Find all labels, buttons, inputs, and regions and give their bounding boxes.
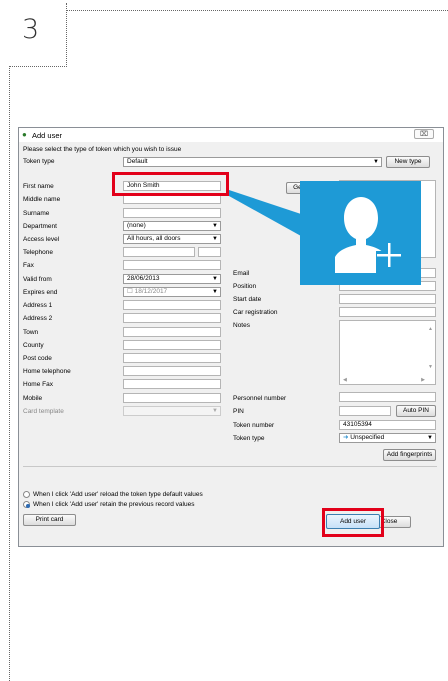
valid-from-label: Valid from [23, 276, 52, 283]
county-field[interactable] [123, 340, 221, 350]
access-level-label: Access level [23, 236, 60, 243]
token-type2-select[interactable]: ➜ Unspecified ▼ [339, 433, 436, 443]
token-type2-value: Unspecified [350, 434, 385, 441]
retain-values-label: When I click 'Add user' retain the previ… [33, 501, 195, 508]
position-label: Position [233, 283, 257, 290]
email-label: Email [233, 270, 250, 277]
notes-label: Notes [233, 322, 250, 329]
pin-label: PIN [233, 408, 244, 415]
first-name-label: First name [23, 183, 54, 190]
scroll-up-icon[interactable]: ▲ [428, 326, 433, 332]
personnel-number-label: Personnel number [233, 395, 287, 402]
retain-values-radio[interactable] [23, 501, 30, 508]
reload-defaults-label: When I click 'Add user' reload the token… [33, 491, 203, 498]
telephone-ext-field[interactable] [198, 247, 221, 257]
town-field[interactable] [123, 327, 221, 337]
expires-end-select[interactable]: ☐ 18/12/2017 ▼ [123, 287, 221, 297]
expires-end-label: Expires end [23, 289, 58, 296]
personnel-number-field[interactable] [339, 392, 436, 402]
middle-name-label: Middle name [23, 196, 61, 203]
fax-field[interactable] [123, 260, 221, 270]
chevron-down-icon: ▼ [212, 276, 218, 282]
expires-checkbox[interactable]: ☐ [127, 288, 135, 295]
car-registration-field[interactable] [339, 307, 436, 317]
reload-defaults-radio[interactable] [23, 491, 30, 498]
home-telephone-field[interactable] [123, 366, 221, 376]
token-type2-label: Token type [233, 435, 265, 442]
token-type-select[interactable]: Default ▼ [123, 157, 382, 167]
post-code-label: Post code [23, 355, 52, 362]
chevron-down-icon: ▼ [212, 289, 218, 295]
token-type-label: Token type [23, 158, 55, 165]
department-select[interactable]: (none) ▼ [123, 221, 221, 231]
user-icon: ● [22, 130, 27, 139]
print-card-button[interactable]: Print card [23, 514, 76, 526]
chevron-down-icon: ▼ [212, 223, 218, 229]
car-registration-label: Car registration [233, 309, 278, 316]
fax-label: Fax [23, 262, 34, 269]
start-date-field[interactable] [339, 294, 436, 304]
surname-field[interactable] [123, 208, 221, 218]
surname-label: Surname [23, 210, 50, 217]
token-number-field[interactable]: 43105394 [339, 420, 436, 430]
mobile-label: Mobile [23, 395, 43, 402]
chevron-down-icon: ▼ [427, 435, 433, 441]
address1-label: Address 1 [23, 302, 53, 309]
telephone-field[interactable] [123, 247, 195, 257]
home-telephone-label: Home telephone [23, 368, 71, 375]
access-level-select[interactable]: All hours, all doors ▼ [123, 234, 221, 244]
department-label: Department [23, 223, 57, 230]
new-type-button[interactable]: New type [386, 156, 430, 168]
add-fingerprints-button[interactable]: Add fingerprints [383, 449, 436, 461]
instruction-text: Please select the type of token which yo… [23, 146, 182, 153]
access-level-value: All hours, all doors [127, 235, 181, 242]
add-user-button[interactable]: Add user [326, 514, 380, 529]
telephone-label: Telephone [23, 249, 53, 256]
pin-field[interactable] [339, 406, 391, 416]
address2-label: Address 2 [23, 315, 53, 322]
post-code-field[interactable] [123, 353, 221, 363]
close-icon[interactable]: ⌧ [414, 129, 434, 139]
chevron-down-icon: ▼ [212, 236, 218, 242]
card-template-select[interactable]: ▼ [123, 406, 221, 416]
expires-end-value: 18/12/2017 [134, 288, 168, 295]
first-name-highlight [112, 172, 229, 196]
county-label: County [23, 342, 44, 349]
mobile-field[interactable] [123, 393, 221, 403]
token-type-value: Default [127, 158, 148, 165]
chevron-down-icon: ▼ [373, 159, 379, 165]
valid-from-select[interactable]: 28/06/2013 ▼ [123, 274, 221, 284]
address2-field[interactable] [123, 313, 221, 323]
department-value: (none) [127, 222, 146, 229]
scroll-down-icon[interactable]: ▼ [428, 364, 433, 370]
chevron-down-icon: ▼ [212, 408, 218, 414]
scroll-left-icon[interactable]: ◀ [343, 377, 347, 383]
title-bar [19, 128, 443, 142]
start-date-label: Start date [233, 296, 262, 303]
window-title: Add user [32, 131, 63, 140]
home-fax-field[interactable] [123, 379, 221, 389]
card-template-label: Card template [23, 408, 64, 415]
separator [23, 466, 437, 467]
town-label: Town [23, 329, 39, 336]
valid-from-value: 28/06/2013 [127, 275, 160, 282]
add-user-icon [335, 197, 402, 277]
address1-field[interactable] [123, 300, 221, 310]
step-number: 3 [22, 14, 40, 45]
home-fax-label: Home Fax [23, 381, 53, 388]
add-user-card [300, 181, 421, 285]
token-number-label: Token number [233, 422, 275, 429]
auto-pin-button[interactable]: Auto PIN [396, 405, 436, 417]
scroll-right-icon[interactable]: ▶ [421, 377, 425, 383]
notes-field[interactable]: ▲ ▼ ◀ ▶ [339, 320, 436, 385]
